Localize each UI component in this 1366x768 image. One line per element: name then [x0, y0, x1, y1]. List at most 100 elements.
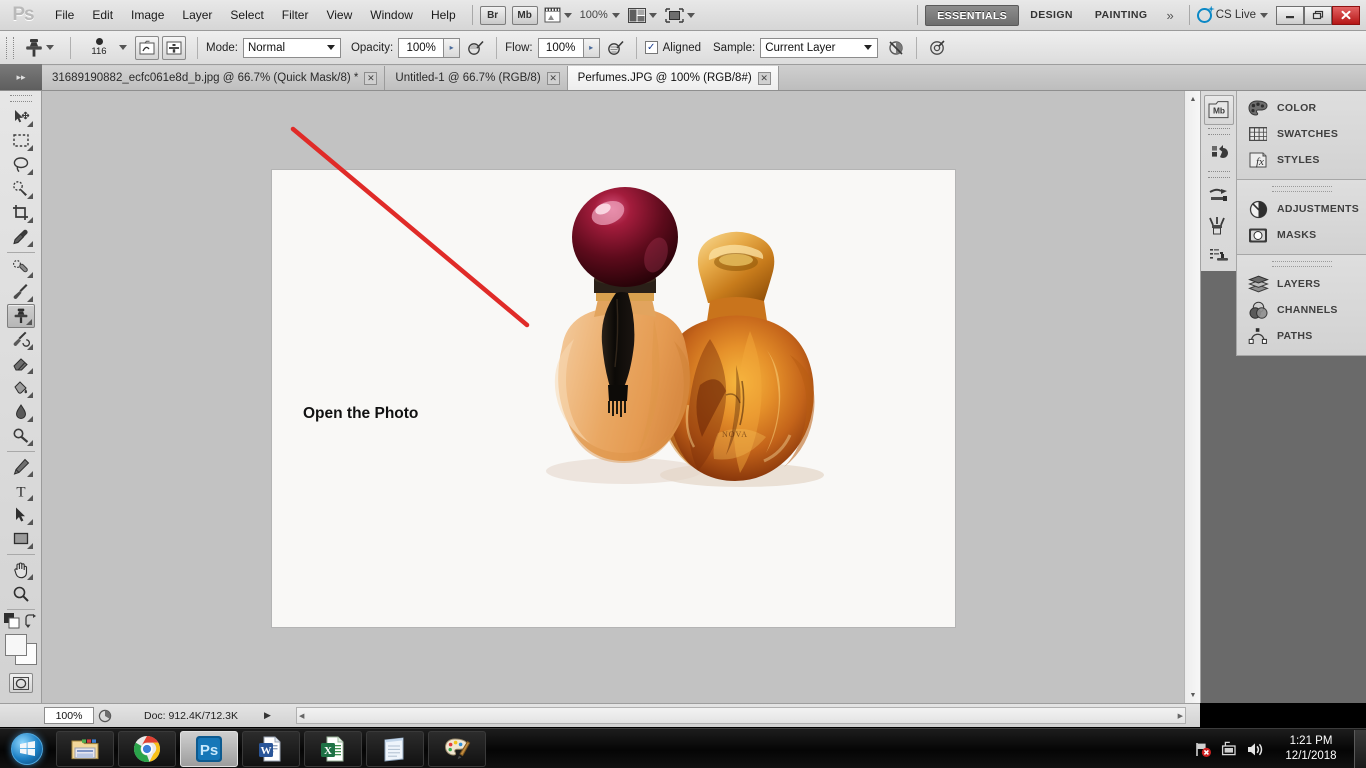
quick-mask-toggle[interactable] — [8, 673, 33, 693]
paint-bucket-tool[interactable] — [7, 376, 35, 400]
quick-selection-tool[interactable] — [7, 177, 35, 201]
options-bar-grip[interactable] — [6, 36, 14, 59]
sample-select[interactable]: Current Layer — [760, 37, 879, 58]
rectangular-marquee-tool[interactable] — [7, 129, 35, 153]
canvas-vertical-scrollbar[interactable]: ▲ ▼ — [1184, 91, 1200, 703]
close-button[interactable] — [1332, 5, 1360, 25]
action-center-icon[interactable] — [1216, 729, 1242, 768]
panel-color[interactable]: COLOR — [1237, 95, 1366, 121]
panel-swatches[interactable]: SWATCHES — [1237, 121, 1366, 147]
workspace-design[interactable]: DESIGN — [1019, 5, 1084, 26]
opacity-pressure-button[interactable] — [464, 36, 488, 60]
clone-stamp-tool[interactable] — [6, 304, 35, 328]
history-brush-tool[interactable] — [7, 328, 35, 352]
panel-layers[interactable]: LAYERS — [1237, 271, 1366, 297]
taskbar-paint[interactable] — [428, 730, 486, 767]
restore-button[interactable] — [1304, 5, 1332, 25]
toggle-clone-source-panel-button[interactable] — [162, 35, 186, 60]
panel-channels[interactable]: CHANNELS — [1237, 297, 1366, 323]
panel-styles[interactable]: fx STYLES — [1237, 147, 1366, 173]
taskbar-adobe-photoshop[interactable]: Ps — [180, 730, 238, 767]
panel-group-grip-layers[interactable] — [1271, 261, 1332, 267]
flow-slider-button[interactable] — [583, 37, 600, 58]
start-button[interactable] — [0, 729, 54, 768]
default-colors-icon[interactable] — [3, 613, 20, 629]
taskbar-windows-explorer[interactable] — [56, 730, 114, 767]
document-tab-2-close-icon[interactable]: ✕ — [546, 71, 560, 85]
menu-help[interactable]: Help — [422, 0, 465, 31]
document-tab-2[interactable]: Untitled-1 @ 66.7% (RGB/8) ✕ — [385, 66, 568, 90]
canvas-horizontal-scrollbar[interactable]: ◀ ▶ — [296, 707, 1186, 724]
swap-colors-icon[interactable] — [24, 614, 38, 628]
tablet-pressure-button[interactable] — [925, 36, 949, 60]
document-tab-3[interactable]: Perfumes.JPG @ 100% (RGB/8#) ✕ — [567, 66, 779, 90]
pen-tool[interactable] — [7, 455, 35, 479]
brush-preset-picker[interactable]: 116 — [79, 35, 119, 61]
panel-group-grip-adjustments[interactable] — [1271, 186, 1332, 192]
network-error-icon[interactable] — [1190, 729, 1216, 768]
workspace-essentials[interactable]: ESSENTIALS — [925, 4, 1020, 26]
blend-mode-select[interactable]: Normal — [242, 37, 341, 58]
path-selection-tool[interactable] — [7, 503, 35, 527]
menu-filter[interactable]: Filter — [273, 0, 318, 31]
panel-paths[interactable]: PATHS — [1237, 323, 1366, 349]
move-tool[interactable] — [7, 105, 35, 129]
flow-input[interactable]: 100% — [537, 37, 584, 58]
status-zoom-input[interactable]: 100% — [44, 707, 94, 724]
scroll-right-arrow-icon[interactable]: ▶ — [1178, 712, 1183, 720]
document-tab-3-close-icon[interactable]: ✕ — [757, 71, 771, 85]
status-menu-arrow-icon[interactable]: ▶ — [264, 710, 271, 721]
spot-healing-brush-tool[interactable] — [7, 256, 35, 280]
minimize-button[interactable] — [1276, 5, 1304, 25]
document-tab-1[interactable]: 31689190882_ecfc061e8d_b.jpg @ 66.7% (Qu… — [42, 66, 386, 90]
workspace-overflow-button[interactable]: » — [1158, 8, 1181, 23]
menu-layer[interactable]: Layer — [173, 0, 221, 31]
aligned-checkbox[interactable]: ✓ — [644, 41, 658, 54]
panel-masks[interactable]: MASKS — [1237, 222, 1366, 248]
lasso-tool[interactable] — [7, 153, 35, 177]
document-canvas-area[interactable]: NOVA Open the Photo ▲ ▼ — [42, 91, 1200, 703]
taskbar-microsoft-word[interactable]: W — [242, 730, 300, 767]
zoom-tool[interactable] — [7, 582, 35, 606]
scroll-left-arrow-icon[interactable]: ◀ — [299, 712, 304, 720]
history-icon[interactable] — [1204, 138, 1234, 168]
menu-file[interactable]: File — [46, 0, 83, 31]
tool-preset-chevron-down-icon[interactable] — [46, 45, 54, 50]
cs-live-button[interactable]: CS Live — [1196, 7, 1268, 23]
scroll-up-arrow-icon[interactable]: ▲ — [1185, 91, 1200, 107]
foreground-color-swatch[interactable] — [4, 634, 27, 656]
active-tool-thumbnail[interactable] — [22, 36, 46, 60]
volume-icon[interactable] — [1242, 729, 1268, 768]
opacity-input[interactable]: 100% — [398, 37, 445, 58]
blur-tool[interactable] — [7, 400, 35, 424]
launch-bridge-button[interactable]: Br — [479, 5, 506, 25]
crop-tool[interactable] — [7, 201, 35, 225]
zoom-level-dropdown[interactable] — [611, 12, 620, 18]
tab-bar-grip[interactable]: ▸▸ — [0, 64, 42, 90]
brush-chevron-down-icon[interactable] — [119, 45, 127, 50]
menu-image[interactable]: Image — [122, 0, 173, 31]
clone-source-icon[interactable] — [1204, 241, 1234, 271]
dock-group-grip-2[interactable] — [1207, 171, 1230, 178]
taskbar-clock[interactable]: 1:21 PM 12/1/2018 — [1268, 734, 1354, 764]
view-extras-button[interactable] — [544, 7, 572, 23]
taskbar-google-chrome[interactable] — [118, 730, 176, 767]
menu-window[interactable]: Window — [361, 0, 422, 31]
menu-edit[interactable]: Edit — [83, 0, 122, 31]
menu-select[interactable]: Select — [221, 0, 272, 31]
arrange-documents-button[interactable] — [627, 7, 657, 23]
rectangle-tool[interactable] — [7, 527, 35, 551]
dock-group-grip-1[interactable] — [1207, 128, 1230, 135]
ignore-adjustment-layers-button[interactable] — [884, 36, 908, 60]
taskbar-notepad[interactable] — [366, 730, 424, 767]
taskbar-microsoft-excel[interactable]: X — [304, 730, 362, 767]
horizontal-type-tool[interactable]: T — [7, 479, 35, 503]
opacity-slider-button[interactable] — [444, 37, 461, 58]
panel-adjustments[interactable]: ADJUSTMENTS — [1237, 196, 1366, 222]
launch-mini-bridge-button[interactable]: Mb — [511, 5, 538, 25]
eyedropper-tool[interactable] — [7, 225, 35, 249]
tool-presets-icon[interactable] — [1204, 181, 1234, 211]
document-tab-1-close-icon[interactable]: ✕ — [364, 71, 378, 85]
workspace-painting[interactable]: PAINTING — [1084, 5, 1159, 26]
hand-tool[interactable] — [7, 558, 35, 582]
